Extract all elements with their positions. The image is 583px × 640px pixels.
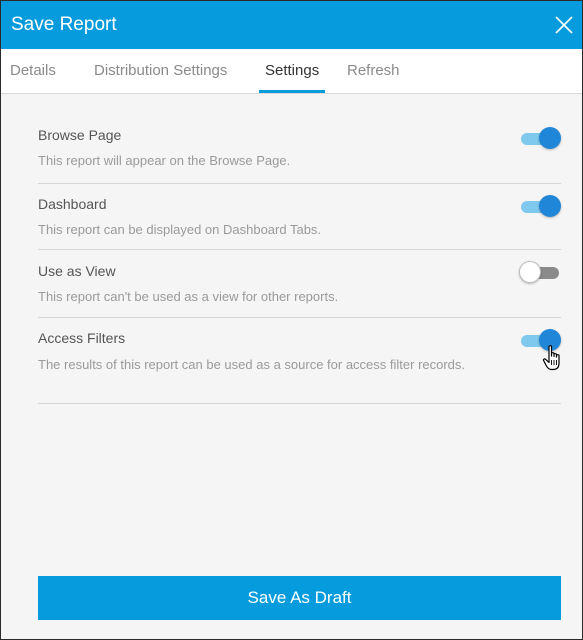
dialog-title: Save Report [11, 14, 117, 35]
setting-row-browse-page: Browse Page This report will appear on t… [38, 122, 561, 184]
setting-description: This report will appear on the Browse Pa… [38, 153, 291, 168]
dashboard-toggle[interactable] [519, 194, 561, 218]
setting-row-use-as-view: Use as View This report can't be used as… [38, 250, 561, 318]
tab-distribution-settings[interactable]: Distribution Settings [94, 49, 227, 93]
setting-description: This report can't be used as a view for … [38, 289, 339, 304]
toggle-knob [539, 127, 561, 149]
setting-title: Use as View [38, 263, 116, 279]
browse-page-toggle[interactable] [519, 126, 561, 150]
tab-details[interactable]: Details [10, 49, 56, 93]
setting-title: Access Filters [38, 330, 126, 346]
use-as-view-toggle[interactable] [519, 260, 561, 284]
save-as-draft-button[interactable]: Save As Draft [38, 576, 561, 620]
toggle-knob [519, 261, 541, 283]
setting-title: Browse Page [38, 127, 122, 143]
setting-description: The results of this report can be used a… [38, 357, 466, 372]
toggle-knob [539, 329, 561, 351]
access-filters-toggle[interactable] [519, 328, 561, 352]
toggle-knob [539, 195, 561, 217]
save-report-dialog: Save Report Details Distribution Setting… [0, 0, 583, 640]
settings-panel: Browse Page This report will appear on t… [1, 94, 582, 639]
setting-row-access-filters: Access Filters The results of this repor… [38, 318, 561, 404]
setting-row-dashboard: Dashboard This report can be displayed o… [38, 184, 561, 250]
close-icon[interactable] [552, 13, 576, 37]
dialog-titlebar: Save Report [1, 1, 582, 49]
setting-description: This report can be displayed on Dashboar… [38, 222, 322, 237]
tab-bar: Details Distribution Settings Settings R… [1, 49, 582, 94]
tab-settings[interactable]: Settings [258, 49, 326, 93]
tab-refresh[interactable]: Refresh [347, 49, 400, 93]
setting-title: Dashboard [38, 196, 107, 212]
